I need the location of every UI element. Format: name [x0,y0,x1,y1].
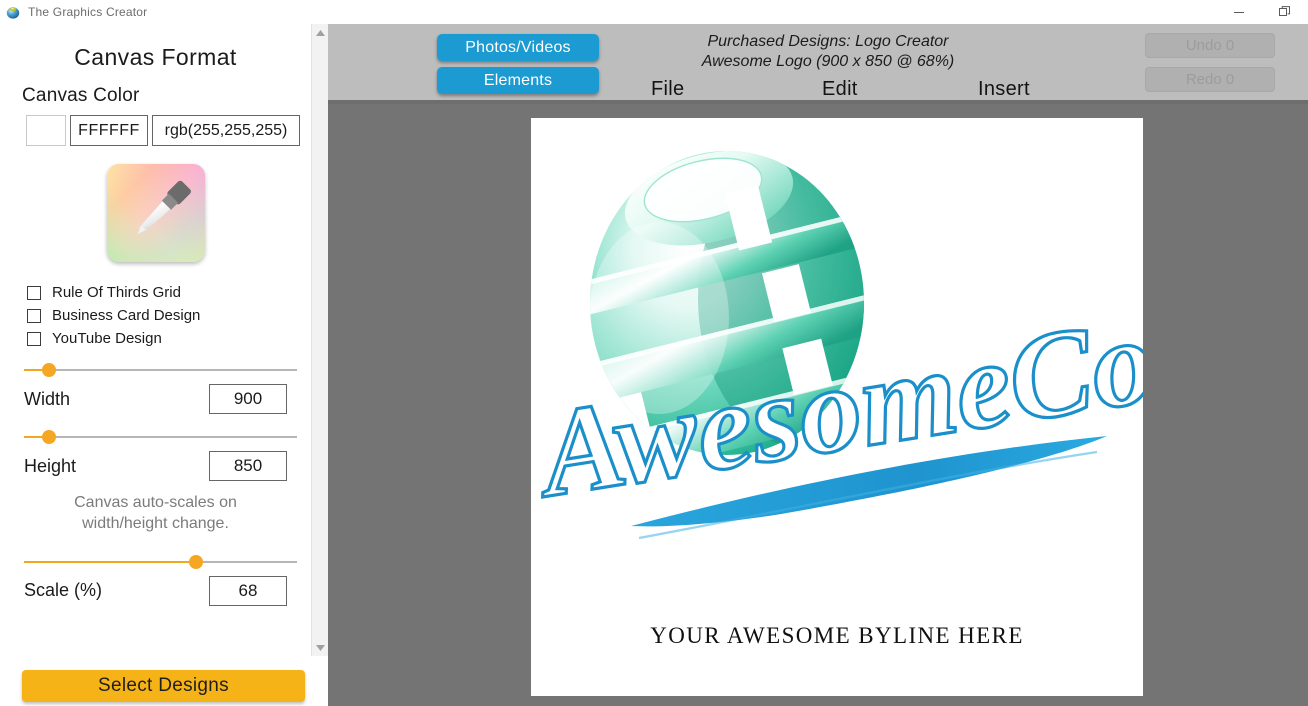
width-control: Width 900 [0,361,311,414]
scrollbar-thumb[interactable] [313,41,328,541]
checkbox-box[interactable] [27,331,41,346]
design-preset-checkboxes: Rule Of Thirds Grid Business Card Design… [27,284,311,347]
window-title: The Graphics Creator [28,5,148,19]
checkbox-rule-of-thirds-grid[interactable]: Rule Of Thirds Grid [27,284,311,301]
canvas-color-row: FFFFFF rgb(255,255,255) [26,115,311,146]
editor-toolbar: Photos/Videos Elements Purchased Designs… [328,24,1308,104]
restore-icon [1279,6,1290,16]
slider-thumb[interactable] [41,363,56,377]
width-label: Width [24,388,71,409]
slider-track [24,436,297,438]
menu-insert[interactable]: Insert [978,78,1030,101]
title-bar: The Graphics Creator [0,0,1308,24]
editor-area: Photos/Videos Elements Purchased Designs… [328,24,1308,706]
canvas-color-hex-field[interactable]: FFFFFF [70,115,148,146]
checkbox-label: Rule Of Thirds Grid [52,284,181,301]
scale-input[interactable]: 68 [209,575,287,606]
height-label: Height [24,455,77,476]
height-input[interactable]: 850 [209,451,287,481]
canvas-color-label: Canvas Color [22,85,140,106]
elements-button[interactable]: Elements [437,67,599,94]
design-canvas[interactable]: AwesomeCo. YOUR AWESOME BYLINE HERE [531,118,1143,696]
minimize-button[interactable] [1216,0,1262,24]
panel-title: Canvas Format [74,44,237,70]
height-slider[interactable] [24,428,297,446]
canvas-format-panel: Canvas Format Canvas Color FFFFFF rgb(25… [0,24,311,706]
canvas-color-swatch[interactable] [26,115,66,146]
scroll-down-button[interactable] [312,639,329,656]
canvas-color-rgb-field[interactable]: rgb(255,255,255) [152,115,300,146]
color-picker-wrap [0,164,311,262]
slider-thumb[interactable] [188,554,203,569]
redo-button[interactable]: Redo 0 [1145,67,1275,92]
minimize-icon [1234,12,1244,13]
checkbox-box[interactable] [27,285,41,300]
panel-scrollbar[interactable] [311,24,328,656]
slider-fill [24,560,196,563]
width-input[interactable]: 900 [209,384,287,414]
checkbox-label: YouTube Design [52,330,162,347]
undo-button[interactable]: Undo 0 [1145,33,1275,58]
photos-videos-button[interactable]: Photos/Videos [437,34,599,61]
scale-control: Scale (%) 68 [0,553,311,606]
scroll-down-arrow-icon [316,644,325,651]
purchased-designs-info: Purchased Designs: Logo Creator Awesome … [648,32,1008,71]
scale-label: Scale (%) [24,580,103,601]
scroll-up-arrow-icon [316,29,325,36]
slider-thumb[interactable] [41,430,56,444]
eyedropper-color-picker-button[interactable] [106,164,205,262]
slider-track [24,369,297,371]
checkbox-box[interactable] [27,308,41,323]
checkbox-business-card-design[interactable]: Business Card Design [27,307,311,324]
canvas-byline-text[interactable]: YOUR AWESOME BYLINE HERE [531,623,1143,649]
checkbox-youtube-design[interactable]: YouTube Design [27,330,311,347]
height-control: Height 850 [0,428,311,481]
scale-slider[interactable] [24,553,297,571]
autoscale-note: Canvas auto-scales on width/height chang… [74,494,237,532]
window-controls [1216,0,1308,24]
checkbox-label: Business Card Design [52,307,201,324]
awesome-logo-artwork: AwesomeCo. [531,151,1143,540]
sphere-logo-icon [6,7,20,19]
eyedropper-color-picker-icon [106,164,205,262]
app-window: The Graphics Creator Canvas Format Canva… [0,0,1308,706]
menu-edit[interactable]: Edit [822,78,858,101]
select-designs-button[interactable]: Select Designs [22,670,305,702]
width-slider[interactable] [24,361,297,379]
purchased-designs-line1: Purchased Designs: Logo Creator [707,33,949,50]
menu-file[interactable]: File [651,78,684,101]
purchased-designs-line2: Awesome Logo (900 x 850 @ 68%) [701,52,955,70]
restore-button[interactable] [1262,0,1308,24]
scroll-up-button[interactable] [312,24,329,41]
